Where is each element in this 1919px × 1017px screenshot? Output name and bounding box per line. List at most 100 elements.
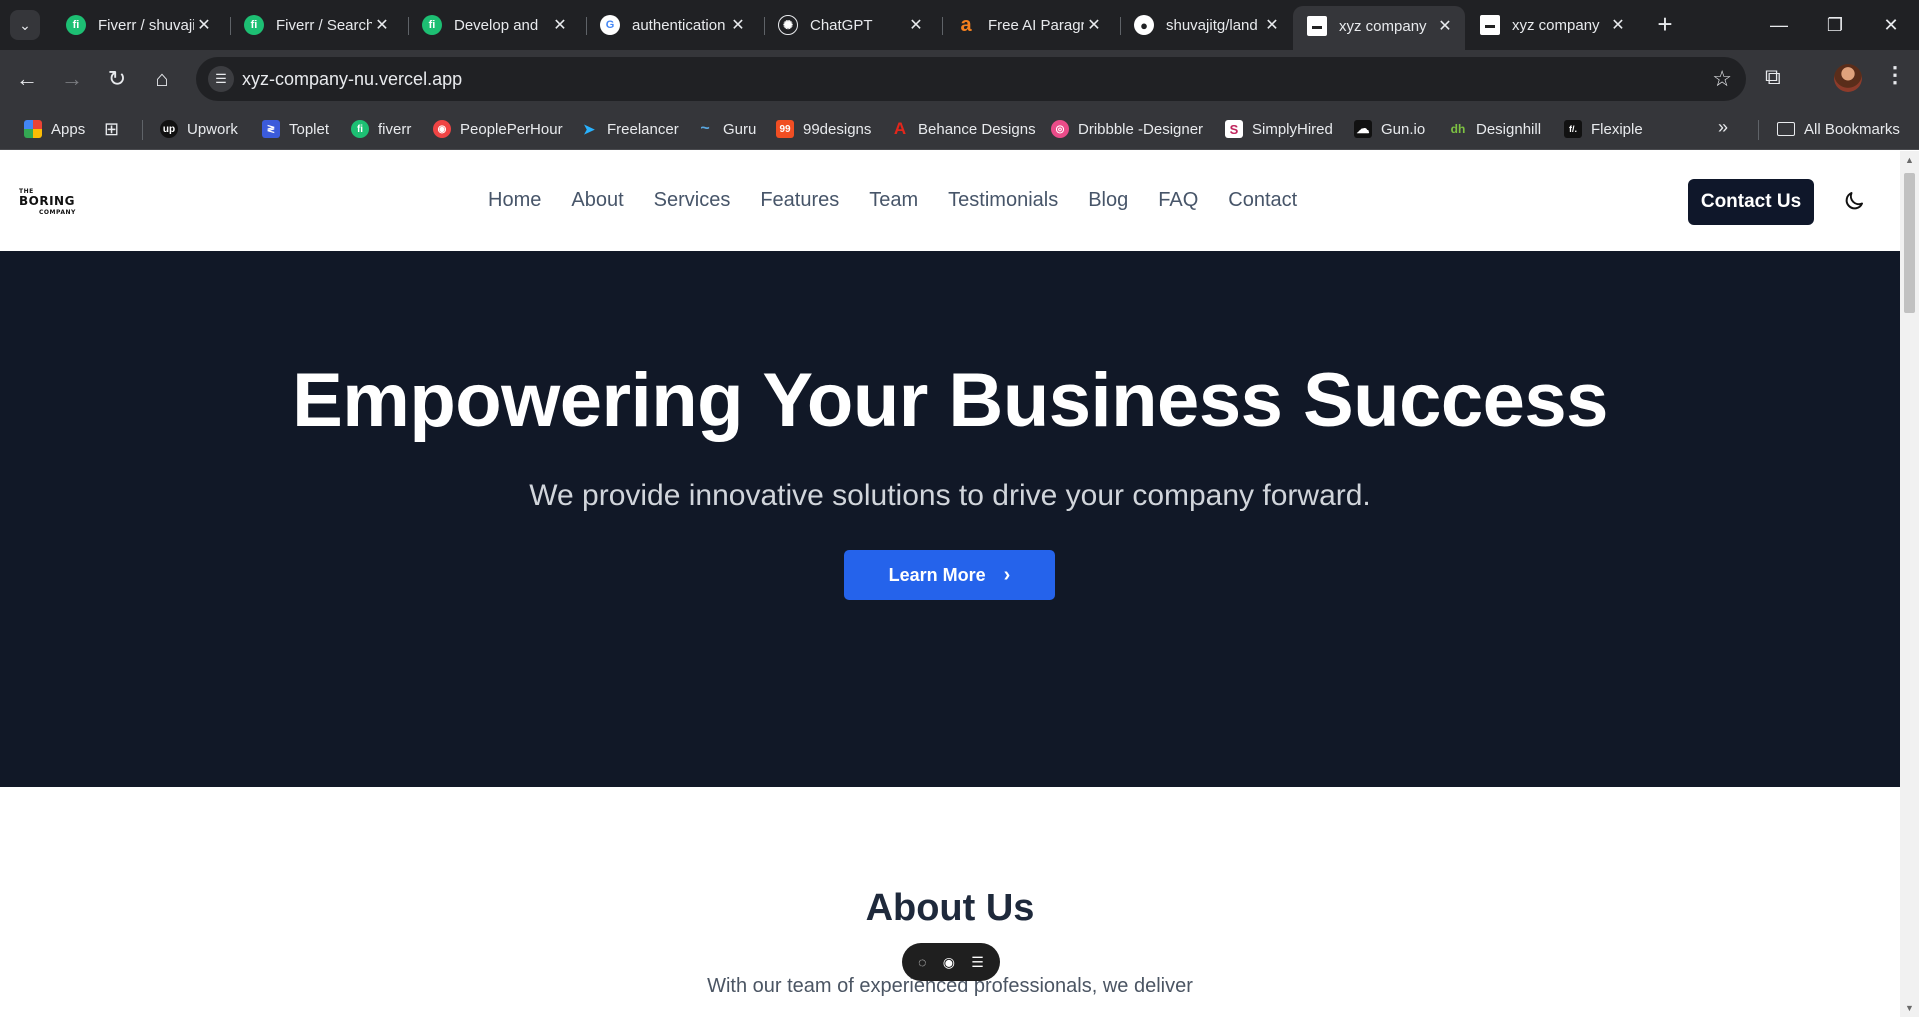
page-viewport: THE BORING COMPANY Home About Services F… [0,151,1900,1017]
contact-us-button[interactable]: Contact Us [1688,179,1814,225]
tab-github[interactable]: ● shuvajitg/land ✕ [1120,8,1292,42]
bookmark-peopleperhour[interactable]: ◉ PeoplePerHour [433,118,563,140]
tab-chatgpt[interactable]: ✺ ChatGPT ✕ [764,8,936,42]
about-title: About Us [865,887,1035,929]
moon-icon[interactable] [1842,189,1866,213]
close-icon[interactable]: ✕ [728,15,748,35]
close-icon[interactable]: ✕ [1084,15,1104,35]
tab-fiverr-2[interactable]: fi Fiverr / Search ✕ [230,8,402,42]
tab-xyz-company-active[interactable]: ▬ xyz company ✕ [1293,6,1465,50]
bookmark-label: Dribbble -Designer [1078,120,1204,138]
tab-fiverr-1[interactable]: fi Fiverr / shuvajitg ✕ [52,8,224,42]
bookmark-designhill[interactable]: dh Designhill [1449,118,1541,140]
menu-icon[interactable]: ⋮ [1884,62,1906,88]
close-icon[interactable]: ✕ [1262,15,1282,35]
tab-title: shuvajitg/land [1166,16,1258,34]
tab-groups-button[interactable]: ⊞ [104,118,119,140]
nav-blog[interactable]: Blog [1088,189,1128,212]
all-bookmarks-button[interactable]: All Bookmarks [1777,118,1900,140]
back-button[interactable]: ← [11,63,43,95]
chevron-right-icon: › [1003,563,1011,586]
extensions-icon[interactable]: ⧉ [1765,64,1781,90]
tab-ahrefs[interactable]: a Free AI Paragraph ✕ [942,8,1114,42]
url-text[interactable]: xyz-company-nu.vercel.app [242,69,462,90]
tab-xyz-company[interactable]: ▬ xyz company ✕ [1466,8,1638,42]
bookmark-fiverr[interactable]: fi fiverr [351,118,411,140]
bookmark-divider [142,120,143,140]
hero-subtitle: We provide innovative solutions to drive… [529,479,1371,512]
close-icon[interactable]: ✕ [906,15,926,35]
close-icon[interactable]: ✕ [194,15,214,35]
tab-search-button[interactable]: ⌄ [10,10,40,40]
address-bar[interactable]: ☰ xyz-company-nu.vercel.app ☆ [196,57,1746,101]
close-window-button[interactable]: ✕ [1863,0,1919,50]
company-logo[interactable]: THE BORING COMPANY [19,188,81,218]
bookmark-toplet[interactable]: ≷ Toplet [262,118,329,140]
apps-grid-icon [24,120,42,138]
tab-title: Free AI Paragraph [988,16,1084,34]
close-icon[interactable]: ✕ [1435,16,1455,36]
logo-main: BORING [19,194,75,208]
preview-icon[interactable]: ◉ [943,954,955,971]
nav-faq[interactable]: FAQ [1158,189,1198,212]
main-nav: Home About Services Features Team Testim… [488,189,1327,212]
more-bookmarks-icon[interactable]: » [1718,117,1728,138]
site-info-icon[interactable]: ☰ [208,66,234,92]
bookmark-dribbble[interactable]: ◎ Dribbble -Designer [1051,118,1203,140]
bookmark-label: All Bookmarks [1804,120,1900,138]
nav-home[interactable]: Home [488,189,541,212]
page-scrollbar[interactable]: ▲ ▼ [1900,151,1919,1017]
99designs-icon: 99 [776,120,794,138]
reload-button[interactable]: ↻ [101,63,133,95]
minimize-button[interactable]: — [1751,0,1807,50]
home-button[interactable]: ⌂ [146,63,178,95]
flexiple-icon: f/. [1564,120,1582,138]
bookmark-99designs[interactable]: 99 99designs [776,118,871,140]
scroll-up-icon[interactable]: ▲ [1904,155,1915,167]
bookmark-label: Freelancer [607,120,679,138]
close-icon[interactable]: ✕ [1608,15,1628,35]
comment-icon[interactable]: ◌ [918,954,926,970]
restore-button[interactable]: ❐ [1807,0,1863,50]
tab-fiverr-3[interactable]: fi Develop and ✕ [408,8,580,42]
nav-about[interactable]: About [571,189,623,212]
bookmark-label: 99designs [803,120,872,138]
bookmark-flexiple[interactable]: f/. Flexiple [1564,118,1643,140]
bookmark-gunio[interactable]: ☁ Gun.io [1354,118,1425,140]
bookmark-label: SimplyHired [1252,120,1333,138]
menu-lines-icon[interactable]: ☰ [971,954,984,971]
bookmark-upwork[interactable]: up Upwork [160,118,238,140]
nav-services[interactable]: Services [654,189,731,212]
learn-more-button[interactable]: Learn More › [844,550,1055,600]
profile-avatar[interactable] [1834,64,1862,92]
bookmark-label: PeoplePerHour [460,120,563,138]
bookmark-guru[interactable]: ~ Guru [696,118,756,140]
bookmark-label: Toplet [289,120,330,138]
tab-title: xyz company [1512,16,1600,34]
hero-section: Empowering Your Business Success We prov… [0,251,1900,787]
bookmark-apps[interactable]: Apps [24,118,85,140]
forward-button[interactable]: → [56,63,88,95]
close-icon[interactable]: ✕ [550,15,570,35]
bookmark-label: Apps [51,120,86,138]
bookmark-star-icon[interactable]: ☆ [1712,66,1732,92]
scroll-thumb[interactable] [1904,173,1915,313]
logo-sub: COMPANY [39,209,76,216]
nav-testimonials[interactable]: Testimonials [948,189,1058,212]
browser-toolbar: ← → ↻ ⌂ ☰ xyz-company-nu.vercel.app ☆ ⧉ … [0,50,1919,108]
tab-google[interactable]: G authentication ✕ [586,8,758,42]
nav-contact[interactable]: Contact [1228,189,1297,212]
tab-title: xyz company [1339,17,1427,35]
bookmark-label: Designhill [1476,120,1542,138]
close-icon[interactable]: ✕ [372,15,392,35]
nav-team[interactable]: Team [869,189,918,212]
nav-features[interactable]: Features [760,189,839,212]
bookmark-behance[interactable]: A Behance Designs [891,118,1036,140]
bookmark-freelancer[interactable]: ➤ Freelancer [580,118,679,140]
guru-icon: ~ [700,120,710,137]
new-tab-button[interactable]: + [1650,10,1680,40]
tab-strip: ⌄ fi Fiverr / shuvajitg ✕ fi Fiverr / Se… [0,0,1919,50]
adobe-icon: A [893,119,907,138]
scroll-down-icon[interactable]: ▼ [1904,1003,1915,1015]
bookmark-simplyhired[interactable]: S SimplyHired [1225,118,1333,140]
